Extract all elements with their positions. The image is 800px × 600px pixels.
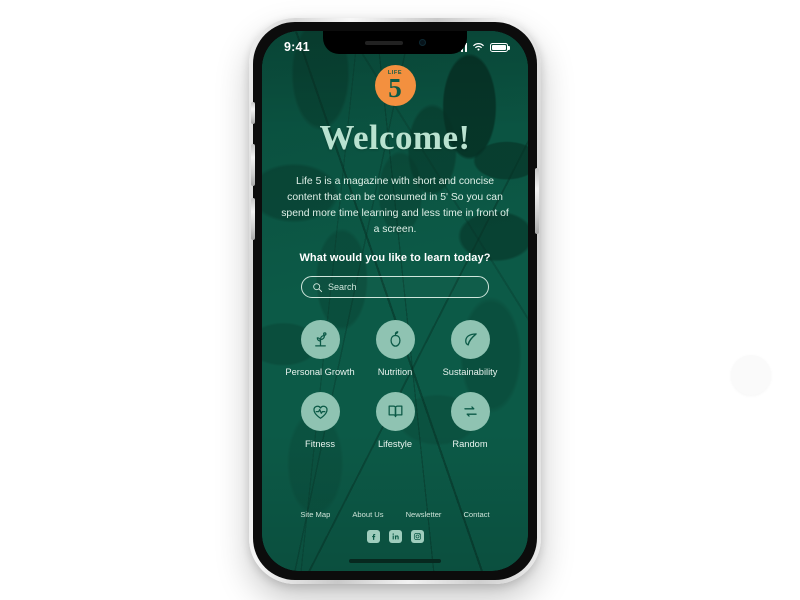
subheading: What would you like to learn today? bbox=[299, 252, 491, 264]
category-icon-circle bbox=[300, 320, 340, 359]
book-icon bbox=[388, 405, 402, 418]
power-button[interactable] bbox=[535, 168, 539, 234]
life-5-logo: LIFE 5 bbox=[374, 65, 416, 106]
category-icon-circle bbox=[375, 320, 415, 359]
page-title: Welcome! bbox=[319, 118, 471, 157]
linkedin-icon bbox=[392, 533, 399, 540]
category-grid: Personal Growth Nutrition Sustainability… bbox=[283, 320, 508, 450]
home-indicator[interactable] bbox=[349, 559, 441, 563]
device-notch bbox=[323, 31, 467, 54]
volume-down-button[interactable] bbox=[251, 198, 255, 240]
device-bezel: 9:41 LIFE 5 Welcome! Life 5 is a magazin… bbox=[262, 31, 528, 571]
category-personal-growth[interactable]: Personal Growth bbox=[283, 320, 358, 378]
footer-links: Site Map About Us Newsletter Contact bbox=[300, 510, 489, 519]
device-inner-frame: 9:41 LIFE 5 Welcome! Life 5 is a magazin… bbox=[251, 22, 539, 580]
category-fitness[interactable]: Fitness bbox=[283, 392, 358, 450]
decorative-circle bbox=[731, 355, 771, 395]
category-sustainability[interactable]: Sustainability bbox=[433, 320, 508, 378]
battery-icon bbox=[490, 42, 510, 52]
status-time: 9:41 bbox=[284, 40, 310, 54]
instagram-icon bbox=[413, 532, 421, 541]
search-bar[interactable]: Search bbox=[301, 276, 489, 298]
wifi-icon bbox=[473, 43, 484, 51]
leaf-icon bbox=[464, 333, 477, 346]
category-icon-circle bbox=[300, 392, 340, 431]
facebook-link[interactable] bbox=[366, 530, 380, 543]
heart-pulse-icon bbox=[312, 405, 328, 419]
category-label: Random bbox=[452, 439, 488, 449]
phone-screen: 9:41 LIFE 5 Welcome! Life 5 is a magazin… bbox=[262, 31, 528, 571]
footer-link-about-us[interactable]: About Us bbox=[352, 510, 383, 519]
footer-link-contact[interactable]: Contact bbox=[463, 510, 489, 519]
category-random[interactable]: Random bbox=[433, 392, 508, 450]
category-lifestyle[interactable]: Lifestyle bbox=[358, 392, 433, 450]
volume-up-button[interactable] bbox=[251, 144, 255, 186]
category-label: Fitness bbox=[305, 439, 335, 449]
category-icon-circle bbox=[450, 320, 490, 359]
phone-device-mockup: 9:41 LIFE 5 Welcome! Life 5 is a magazin… bbox=[249, 18, 541, 584]
category-label: Sustainability bbox=[442, 367, 498, 377]
search-input[interactable]: Search bbox=[328, 282, 357, 292]
footer-link-newsletter[interactable]: Newsletter bbox=[406, 510, 442, 519]
shuffle-icon bbox=[463, 406, 477, 417]
facebook-icon bbox=[371, 533, 375, 540]
footer-link-site-map[interactable]: Site Map bbox=[300, 510, 330, 519]
category-label: Personal Growth bbox=[285, 367, 355, 377]
logo-wordmark: LIFE bbox=[387, 70, 403, 77]
category-icon-circle bbox=[450, 392, 490, 431]
category-nutrition[interactable]: Nutrition bbox=[358, 320, 433, 378]
earpiece-speaker bbox=[364, 40, 403, 45]
search-icon bbox=[313, 282, 323, 292]
silent-switch-button[interactable] bbox=[251, 102, 255, 124]
footer: Site Map About Us Newsletter Contact bbox=[262, 510, 528, 543]
logo-number: 5 bbox=[388, 72, 402, 103]
social-links bbox=[366, 530, 424, 543]
apple-icon bbox=[389, 331, 401, 347]
screen-content: LIFE 5 Welcome! Life 5 is a magazine wit… bbox=[262, 31, 528, 571]
linkedin-link[interactable] bbox=[388, 530, 402, 543]
sprout-icon bbox=[314, 332, 327, 347]
category-label: Lifestyle bbox=[377, 439, 413, 449]
front-camera-icon bbox=[418, 39, 426, 46]
category-icon-circle bbox=[375, 392, 415, 431]
category-label: Nutrition bbox=[377, 367, 413, 377]
intro-paragraph: Life 5 is a magazine with short and conc… bbox=[281, 176, 509, 235]
instagram-link[interactable] bbox=[410, 530, 424, 543]
